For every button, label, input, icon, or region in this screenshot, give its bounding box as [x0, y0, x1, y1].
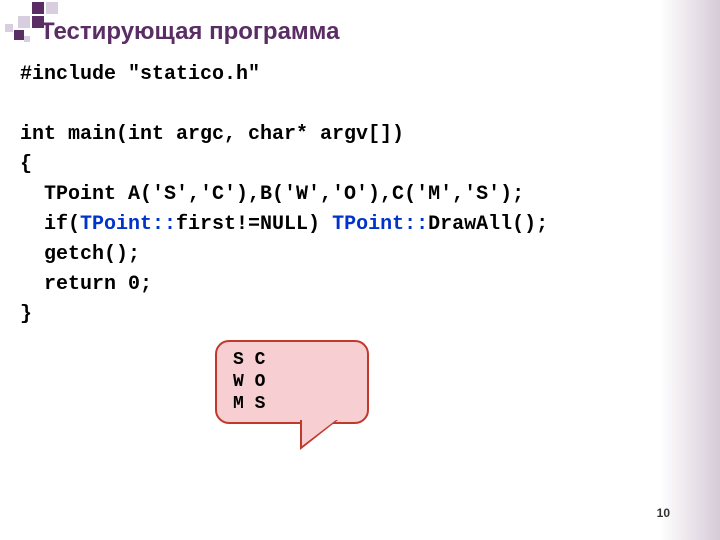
page-number: 10	[657, 506, 670, 520]
code-line: {	[20, 153, 32, 176]
output-callout: S C W O M S	[215, 340, 369, 424]
slide-title: Тестирующая программа	[40, 18, 339, 46]
callout-tail-icon	[302, 420, 336, 446]
code-line: first!=NULL)	[176, 213, 332, 236]
code-keyword: TPoint::	[80, 213, 176, 236]
code-line: }	[20, 303, 32, 326]
code-line: TPoint A('S','C'),B('W','O'),C('M','S');	[20, 183, 524, 206]
code-line: int main(int argc, char* argv[])	[20, 123, 404, 146]
code-line: #include "statico.h"	[20, 63, 260, 86]
code-line: if(	[20, 213, 80, 236]
code-block: #include "statico.h" int main(int argc, …	[20, 60, 548, 330]
code-keyword: TPoint::	[332, 213, 428, 236]
code-line: DrawAll();	[428, 213, 548, 236]
output-text: S C W O M S	[233, 349, 265, 415]
code-line: return 0;	[20, 273, 152, 296]
right-gradient	[660, 0, 720, 540]
code-line: getch();	[20, 243, 140, 266]
